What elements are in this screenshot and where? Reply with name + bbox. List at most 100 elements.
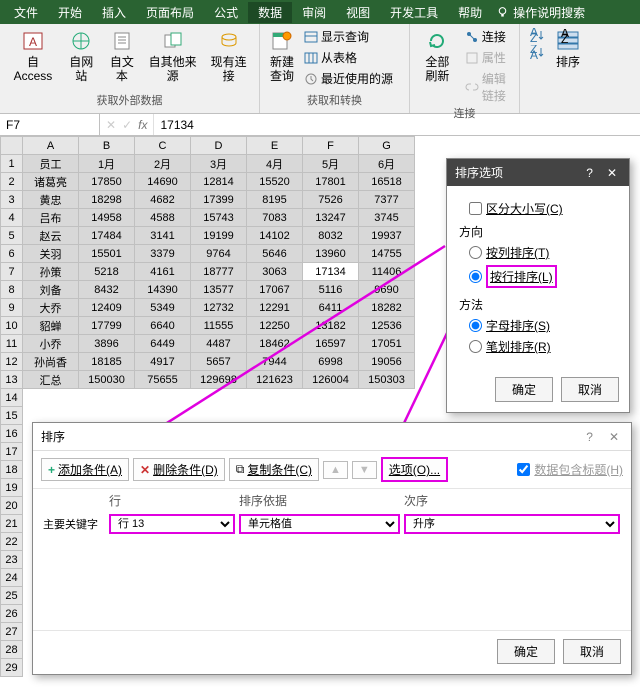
accept-formula-icon[interactable]: ✓ xyxy=(122,118,132,132)
cell[interactable]: 17399 xyxy=(191,191,247,209)
cell[interactable]: 4161 xyxy=(135,263,191,281)
tab-layout[interactable]: 页面布局 xyxy=(136,2,204,23)
tab-dev[interactable]: 开发工具 xyxy=(380,2,448,23)
cell[interactable]: 3063 xyxy=(247,263,303,281)
ok-button[interactable]: 确定 xyxy=(495,377,553,402)
cell[interactable]: 5218 xyxy=(79,263,135,281)
row-header[interactable]: 3 xyxy=(1,191,23,209)
cell[interactable]: 14390 xyxy=(135,281,191,299)
cancel-button[interactable]: 取消 xyxy=(563,639,621,664)
row-header[interactable]: 9 xyxy=(1,299,23,317)
from-table-button[interactable]: 从表格 xyxy=(302,48,395,67)
col-header[interactable]: F xyxy=(303,137,359,155)
cell[interactable]: 16597 xyxy=(303,335,359,353)
fx-icon[interactable]: fx xyxy=(138,118,147,132)
cell[interactable]: 4588 xyxy=(135,209,191,227)
row-header[interactable]: 6 xyxy=(1,245,23,263)
cell[interactable]: 11406 xyxy=(359,263,415,281)
cell[interactable]: 1月 xyxy=(79,155,135,173)
tab-home[interactable]: 开始 xyxy=(48,2,92,23)
cell[interactable]: 3745 xyxy=(359,209,415,227)
row-header[interactable]: 16 xyxy=(1,425,23,443)
close-icon[interactable]: ✕ xyxy=(605,430,623,444)
cell[interactable]: 5349 xyxy=(135,299,191,317)
cell[interactable]: 6998 xyxy=(303,353,359,371)
row-header[interactable]: 25 xyxy=(1,587,23,605)
row-header[interactable]: 2 xyxy=(1,173,23,191)
cell[interactable]: 14958 xyxy=(79,209,135,227)
cell[interactable]: 15501 xyxy=(79,245,135,263)
stroke-sort-radio[interactable]: 笔划排序(R) xyxy=(469,338,617,355)
cell[interactable]: 4682 xyxy=(135,191,191,209)
row-header[interactable]: 29 xyxy=(1,659,23,677)
edit-links-button[interactable]: 编辑链接 xyxy=(463,69,513,105)
row-header[interactable]: 10 xyxy=(1,317,23,335)
sort-basis-select[interactable]: 单元格值 xyxy=(239,514,400,534)
cell[interactable]: 17484 xyxy=(79,227,135,245)
options-button[interactable]: 选项(O)... xyxy=(381,457,448,482)
cell[interactable]: 14102 xyxy=(247,227,303,245)
cell[interactable]: 14755 xyxy=(359,245,415,263)
cell[interactable]: 18298 xyxy=(79,191,135,209)
help-icon[interactable]: ? xyxy=(586,166,593,180)
cell[interactable]: 3379 xyxy=(135,245,191,263)
cell[interactable]: 员工 xyxy=(23,155,79,173)
row-header[interactable]: 27 xyxy=(1,623,23,641)
row-header[interactable]: 19 xyxy=(1,479,23,497)
cell[interactable]: 孙尚香 xyxy=(23,353,79,371)
row-header[interactable]: 17 xyxy=(1,443,23,461)
tab-insert[interactable]: 插入 xyxy=(92,2,136,23)
row-header[interactable]: 18 xyxy=(1,461,23,479)
cell[interactable]: 8195 xyxy=(247,191,303,209)
cell[interactable]: 17051 xyxy=(359,335,415,353)
row-header[interactable]: 21 xyxy=(1,515,23,533)
refresh-all-button[interactable]: 全部刷新 xyxy=(416,27,459,86)
copy-condition-button[interactable]: ⧉复制条件(C) xyxy=(229,458,319,481)
name-box[interactable]: F7 xyxy=(0,114,100,135)
cell[interactable]: 黄忠 xyxy=(23,191,79,209)
col-header[interactable]: A xyxy=(23,137,79,155)
cell[interactable]: 7944 xyxy=(247,353,303,371)
cell[interactable]: 刘备 xyxy=(23,281,79,299)
cell[interactable]: 12814 xyxy=(191,173,247,191)
sort-order-select[interactable]: 升序 xyxy=(404,514,620,534)
properties-button[interactable]: 属性 xyxy=(463,48,513,67)
cell[interactable]: 2月 xyxy=(135,155,191,173)
row-header[interactable]: 4 xyxy=(1,209,23,227)
tab-formula[interactable]: 公式 xyxy=(204,2,248,23)
cell[interactable]: 7526 xyxy=(303,191,359,209)
cell[interactable]: 12536 xyxy=(359,317,415,335)
row-header[interactable]: 20 xyxy=(1,497,23,515)
col-header[interactable]: B xyxy=(79,137,135,155)
cell[interactable]: 13182 xyxy=(303,317,359,335)
cell[interactable]: 小乔 xyxy=(23,335,79,353)
cell[interactable]: 5657 xyxy=(191,353,247,371)
cell[interactable]: 126004 xyxy=(303,371,359,389)
cell[interactable]: 18282 xyxy=(359,299,415,317)
cell[interactable]: 3月 xyxy=(191,155,247,173)
show-queries-button[interactable]: 显示查询 xyxy=(302,27,395,46)
cell[interactable]: 17801 xyxy=(303,173,359,191)
cell[interactable]: 吕布 xyxy=(23,209,79,227)
cell[interactable]: 129698 xyxy=(191,371,247,389)
delete-condition-button[interactable]: ✕删除条件(D) xyxy=(133,458,225,481)
cell[interactable]: 6640 xyxy=(135,317,191,335)
row-header[interactable]: 14 xyxy=(1,389,23,407)
sort-asc-button[interactable]: AZ xyxy=(526,27,548,43)
cell[interactable]: 15743 xyxy=(191,209,247,227)
cell[interactable]: 9690 xyxy=(359,281,415,299)
row-header[interactable]: 24 xyxy=(1,569,23,587)
cell[interactable]: 12291 xyxy=(247,299,303,317)
cell[interactable]: 大乔 xyxy=(23,299,79,317)
select-all-corner[interactable] xyxy=(1,137,23,155)
connections-button[interactable]: 连接 xyxy=(463,27,513,46)
cell[interactable]: 5646 xyxy=(247,245,303,263)
cell[interactable]: 17850 xyxy=(79,173,135,191)
cell[interactable]: 赵云 xyxy=(23,227,79,245)
cell[interactable]: 3896 xyxy=(79,335,135,353)
cell[interactable]: 貂蝉 xyxy=(23,317,79,335)
col-header[interactable]: C xyxy=(135,137,191,155)
row-header[interactable]: 28 xyxy=(1,641,23,659)
tab-file[interactable]: 文件 xyxy=(4,2,48,23)
cell[interactable]: 关羽 xyxy=(23,245,79,263)
